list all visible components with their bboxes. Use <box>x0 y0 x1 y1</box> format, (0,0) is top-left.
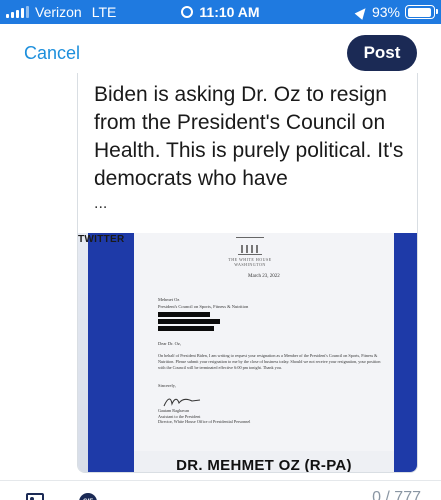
status-right: 93% <box>354 4 438 20</box>
photo-caption: DR. MEHMET OZ (R-PA) <box>176 457 352 473</box>
letter-closing: Sincerely, <box>158 383 176 388</box>
compose-toolbar: GIF 0 / 777 <box>0 480 441 500</box>
letter-addressee: Mehmet Oz <box>158 297 180 302</box>
time-label: 11:10 AM <box>199 4 260 20</box>
image-icon[interactable] <box>26 493 44 500</box>
letter-salutation: Dear Dr. Oz, <box>158 341 181 346</box>
redaction-bar <box>158 326 214 331</box>
battery-icon <box>405 5 438 19</box>
photo-blue-panel-left <box>88 233 134 472</box>
redaction-bar <box>158 319 220 324</box>
signature-icon <box>163 398 201 407</box>
quoted-post-text: Biden is asking Dr. Oz to resign from th… <box>94 83 404 190</box>
battery-percent: 93% <box>371 4 400 20</box>
quoted-post-card[interactable]: Biden is asking Dr. Oz to resign from th… <box>77 73 418 473</box>
embedded-photo[interactable]: TWITTER THE WHITE HOUSE WASHINGTON March… <box>78 233 417 473</box>
letter-addressee-org: President's Council on Sports, Fitness &… <box>158 304 249 309</box>
post-button[interactable]: Post <box>347 35 417 71</box>
letterhead-text: THE WHITE HOUSE WASHINGTON <box>218 257 282 267</box>
letterhead-location: WASHINGTON <box>234 262 266 267</box>
signer-office: Director, White House Office of Presiden… <box>158 419 251 425</box>
alarm-icon <box>181 6 194 18</box>
cancel-button[interactable]: Cancel <box>24 43 80 64</box>
gif-icon[interactable]: GIF <box>79 493 97 500</box>
character-counter: 0 / 777 <box>372 489 421 500</box>
location-icon <box>354 4 370 20</box>
letter-body: On behalf of President Biden, I am writi… <box>158 353 381 370</box>
letter-signature-block: Gautam Raghavan Assistant to the Preside… <box>158 408 250 425</box>
photo-blue-panel-right <box>394 233 417 472</box>
quoted-post-ellipsis: ... <box>94 195 108 212</box>
battery-fill <box>407 7 431 17</box>
letter-date: March 23, 2022 <box>248 274 280 279</box>
compose-screen: Verizon LTE 11:10 AM 93% Cancel Post Bid… <box>0 0 441 500</box>
status-bar: Verizon LTE 11:10 AM 93% <box>0 0 441 24</box>
redaction-bar <box>158 312 210 317</box>
white-house-columns <box>238 239 262 255</box>
twitter-watermark: TWITTER <box>78 234 125 245</box>
